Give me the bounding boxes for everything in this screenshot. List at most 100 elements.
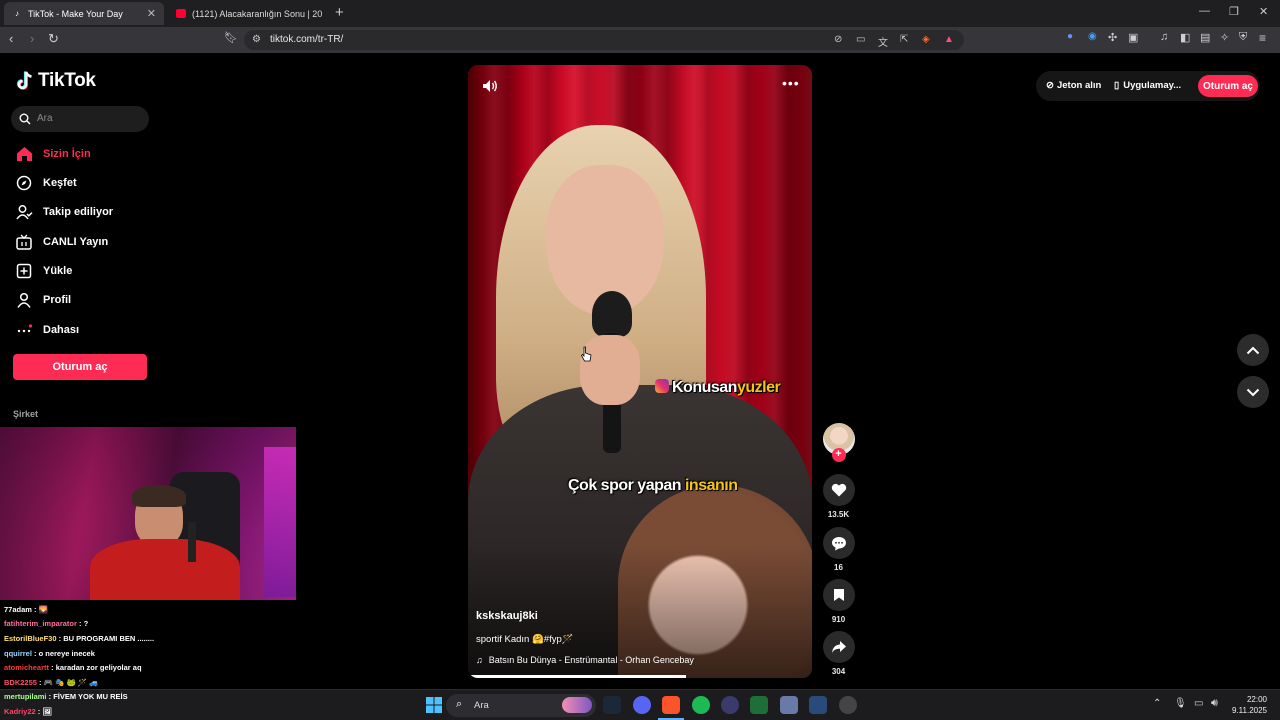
vpn-icon[interactable]: ⛨	[1239, 31, 1247, 44]
browser-toolbar: ‹ › ↻ 🔖︎ ⚙ tiktok.com/tr-TR/ ⊘ ▭ 文 ⇱ ◈ ▲…	[0, 27, 1280, 53]
volume-icon[interactable]	[482, 79, 498, 93]
cast-icon[interactable]: ▭	[856, 34, 865, 45]
menu-icon[interactable]: ≡	[1259, 31, 1266, 45]
watermark-text: Konusanyuzler	[672, 379, 781, 396]
like-action[interactable]: 13.5K	[822, 474, 855, 519]
chat-user: mertupilami	[4, 692, 47, 701]
header-login-button[interactable]: Oturum aç	[1198, 75, 1258, 97]
app-icon[interactable]	[780, 696, 798, 714]
translate-icon[interactable]: 文	[878, 34, 888, 49]
save-action[interactable]: 910	[822, 579, 855, 624]
get-app-label: Uygulamay...	[1123, 80, 1182, 91]
comment-action[interactable]: 16	[822, 527, 855, 572]
microphone-icon[interactable]: 🎙︎	[1174, 698, 1187, 709]
media-icon[interactable]: ♫	[1160, 31, 1168, 43]
following-icon	[15, 203, 33, 221]
discord-icon[interactable]	[633, 696, 651, 714]
get-app-button[interactable]: ▯ Uygulamay...	[1114, 80, 1181, 91]
sidebar-icon[interactable]: ◧	[1180, 31, 1190, 44]
author-avatar[interactable]: +	[822, 423, 855, 462]
spotify-icon[interactable]	[692, 696, 710, 714]
share-action[interactable]: 304	[822, 631, 855, 676]
speaker-icon[interactable]: 🔊︎	[1211, 697, 1218, 710]
like-count: 13.5K	[827, 510, 850, 519]
minimize-icon[interactable]: —	[1199, 5, 1210, 17]
chat-user: Kadriy22	[4, 707, 36, 716]
tray-chevron-up-icon[interactable]: ⌃	[1153, 698, 1161, 709]
brave-shield-icon[interactable]: ◈	[922, 34, 930, 45]
nav-explore[interactable]: Keşfet	[15, 171, 77, 195]
chat-line: 77adam : 🌄	[4, 605, 48, 614]
app-icon[interactable]	[721, 696, 739, 714]
share-button[interactable]	[822, 631, 855, 663]
comment-button[interactable]	[822, 527, 855, 559]
extension-icon[interactable]: ●	[1067, 31, 1073, 42]
steam-icon[interactable]	[809, 696, 827, 714]
chat-message: 🖼	[42, 707, 52, 716]
url-text[interactable]: tiktok.com/tr-TR/	[270, 34, 343, 45]
search-icon	[19, 113, 31, 125]
system-clock[interactable]: 22:00 9.11.2025	[1232, 694, 1267, 716]
video-player[interactable]: ••• Konusanyuzler Çok spor yapan insanın…	[468, 65, 812, 678]
comment-icon	[831, 536, 846, 550]
media-off-icon[interactable]: ⊘	[834, 34, 842, 45]
save-button[interactable]	[822, 579, 855, 611]
tab-tiktok[interactable]: ♪ TikTok - Make Your Day ✕	[4, 2, 164, 25]
follow-plus-icon[interactable]: +	[831, 448, 846, 462]
get-coins-button[interactable]: ⊘ Jeton alın	[1046, 80, 1101, 91]
tiktok-favicon-icon: ♪	[15, 9, 19, 18]
chat-line: Kadriy22 : 🖼	[4, 707, 52, 716]
previous-video-button[interactable]	[1237, 334, 1269, 366]
search-input[interactable]: Ara	[11, 106, 149, 132]
new-tab-icon[interactable]: +	[335, 4, 344, 21]
extension-icon[interactable]: ◉	[1088, 31, 1097, 42]
close-window-icon[interactable]: ✕	[1259, 5, 1268, 18]
reload-icon[interactable]: ↻	[48, 31, 59, 47]
nav-for-you[interactable]: Sizin İçin	[15, 142, 91, 166]
video-music[interactable]: ♫ Batsın Bu Dünya - Enstrümantal - Orhan…	[476, 655, 694, 665]
mouse-cursor-icon	[581, 346, 592, 362]
bookmark-icon[interactable]: 🔖︎	[224, 31, 238, 44]
screenshot-icon[interactable]: ▣	[1128, 31, 1138, 44]
windows-start-icon[interactable]	[426, 697, 442, 713]
brave-browser-icon[interactable]	[662, 696, 680, 714]
profile-icon	[15, 291, 33, 309]
login-button[interactable]: Oturum aç	[13, 354, 147, 380]
nav-live[interactable]: CANLI Yayın	[15, 230, 108, 254]
site-info-icon[interactable]: ⚙	[252, 34, 261, 45]
app-icon[interactable]	[839, 696, 857, 714]
nav-following[interactable]: Takip ediliyor	[15, 200, 113, 224]
comment-count: 16	[834, 563, 843, 572]
tab-youtube[interactable]: (1121) Alacakaranlığın Sonu | 2025 3...	[168, 2, 330, 25]
nav-upload[interactable]: Yükle	[15, 259, 72, 283]
network-icon[interactable]: ▭	[1194, 698, 1203, 709]
logo-text: TikTok	[38, 70, 96, 91]
back-icon[interactable]: ‹	[9, 31, 13, 46]
steam-icon[interactable]	[603, 696, 621, 714]
brave-rewards-icon[interactable]: ▲	[944, 34, 954, 45]
next-video-button[interactable]	[1237, 376, 1269, 408]
live-tv-icon	[15, 233, 33, 251]
stream-chat: 77adam : 🌄 fatihterim_imparator : ? Esto…	[0, 601, 296, 687]
nav-profile[interactable]: Profil	[15, 288, 71, 312]
video-author[interactable]: kskskauj8ki	[476, 610, 538, 622]
chat-message: karadan zor geliyolar aq	[55, 663, 142, 672]
chat-user: 77adam	[4, 605, 32, 614]
nav-label: Yükle	[43, 265, 73, 277]
wallet-icon[interactable]: ▤	[1200, 31, 1210, 44]
chat-message: BU PROGRAMI BEN ........	[63, 634, 155, 643]
video-progress[interactable]	[468, 675, 686, 678]
tiktok-logo[interactable]: TikTok	[16, 70, 96, 92]
close-tab-icon[interactable]: ✕	[147, 7, 156, 20]
leo-ai-icon[interactable]: ✧	[1220, 31, 1229, 44]
maximize-icon[interactable]: ❐	[1229, 5, 1239, 18]
more-options-icon[interactable]: •••	[782, 75, 800, 91]
taskbar-search[interactable]: ⌕ Ara	[446, 694, 596, 717]
like-button[interactable]	[822, 474, 855, 506]
nav-more[interactable]: Dahası	[15, 318, 79, 342]
forward-icon[interactable]: ›	[30, 31, 34, 46]
address-bar[interactable]: ⚙ tiktok.com/tr-TR/ ⊘ ▭ 文 ⇱ ◈ ▲	[244, 30, 964, 50]
share-icon[interactable]: ⇱	[900, 34, 908, 45]
extensions-puzzle-icon[interactable]: ✣	[1108, 31, 1117, 44]
terminal-icon[interactable]	[750, 696, 768, 714]
